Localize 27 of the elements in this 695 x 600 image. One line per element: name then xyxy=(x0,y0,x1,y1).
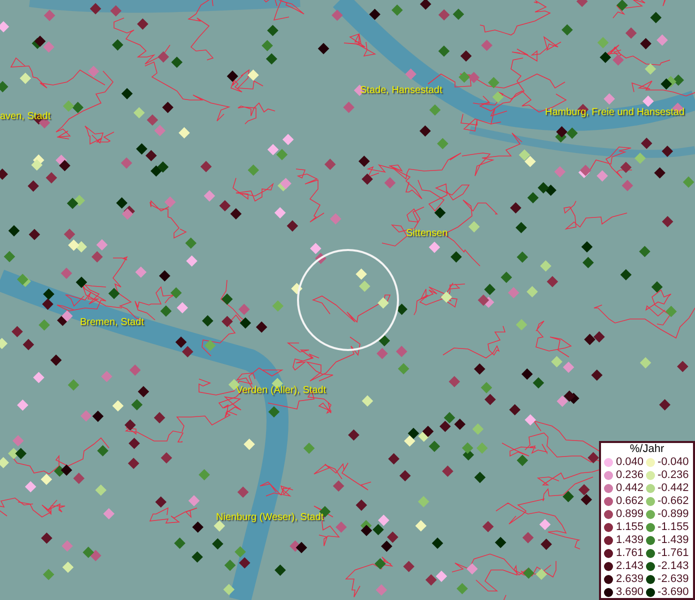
place-label: Bremen, Stadt xyxy=(80,318,144,328)
legend-value: -0.236 xyxy=(658,470,689,481)
legend-value: -0.040 xyxy=(658,457,689,468)
legend-value: -3.690 xyxy=(658,587,689,598)
legend-value: 2.143 xyxy=(616,561,644,572)
legend-value: 0.662 xyxy=(616,496,644,507)
legend-value: -1.155 xyxy=(658,522,689,533)
legend-value: 1.439 xyxy=(616,535,644,546)
legend-value: 1.155 xyxy=(616,522,644,533)
legend-value: 1.761 xyxy=(616,548,644,559)
place-label: Sittensen xyxy=(406,229,448,239)
legend-value: -2.639 xyxy=(658,574,689,585)
place-label: Hamburg, Freie und Hansestad xyxy=(545,108,685,118)
legend-value: 0.236 xyxy=(616,470,644,481)
legend-value: -0.899 xyxy=(658,509,689,520)
legend-value: 0.442 xyxy=(616,483,644,494)
legend-value: -0.662 xyxy=(658,496,689,507)
legend-value: -0.442 xyxy=(658,483,689,494)
legend-value: -1.761 xyxy=(658,548,689,559)
legend-value: 0.040 xyxy=(616,457,644,468)
legend-value: -2.143 xyxy=(658,561,689,572)
place-label: Nienburg (Weser), Stadt xyxy=(216,513,324,523)
legend-value: 2.639 xyxy=(616,574,644,585)
legend-title: %/Jahr xyxy=(628,443,666,456)
legend-value: -1.439 xyxy=(658,535,689,546)
legend-value: 3.690 xyxy=(616,587,644,598)
legend-value: 0.899 xyxy=(616,509,644,520)
